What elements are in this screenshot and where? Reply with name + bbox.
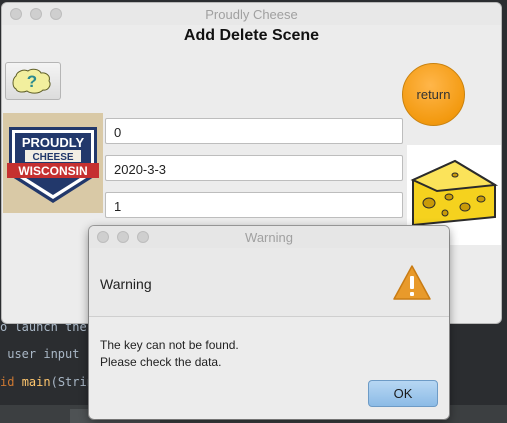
field-3[interactable]: 1 — [105, 192, 403, 218]
date-field[interactable]: 2020-3-3 — [105, 155, 403, 181]
code-line: id main(Strin — [0, 375, 94, 389]
cheese-question-icon: ? — [12, 68, 51, 94]
window-titlebar: Proudly Cheese — [2, 3, 501, 25]
dialog-titlebar: Warning — [89, 226, 449, 248]
dialog-heading: Warning — [100, 276, 152, 292]
svg-text:PROUDLY: PROUDLY — [22, 135, 85, 150]
help-button[interactable]: ? — [5, 62, 61, 100]
svg-text:WISCONSIN: WISCONSIN — [18, 164, 87, 178]
dialog-header: Warning — [89, 248, 449, 317]
field-1[interactable]: 0 — [105, 118, 403, 144]
proudly-wisconsin-cheese-logo: PROUDLY CHEESE WISCONSIN — [3, 113, 103, 213]
code-line: user input — [0, 347, 80, 361]
dialog-message-line-1: The key can not be found. — [100, 338, 239, 352]
scene-title: Add Delete Scene — [183, 27, 320, 44]
warning-triangle-icon — [393, 265, 431, 300]
ok-button[interactable]: OK — [368, 380, 438, 407]
svg-text:?: ? — [27, 72, 37, 91]
dialog-message-line-2: Please check the data. — [100, 355, 222, 369]
dialog-title: Warning — [245, 230, 293, 245]
svg-text:CHEESE: CHEESE — [32, 152, 73, 163]
window-title: Proudly Cheese — [205, 7, 298, 22]
return-button[interactable]: return — [402, 63, 465, 126]
warning-dialog: Warning Warning The key can not be found… — [89, 226, 449, 419]
